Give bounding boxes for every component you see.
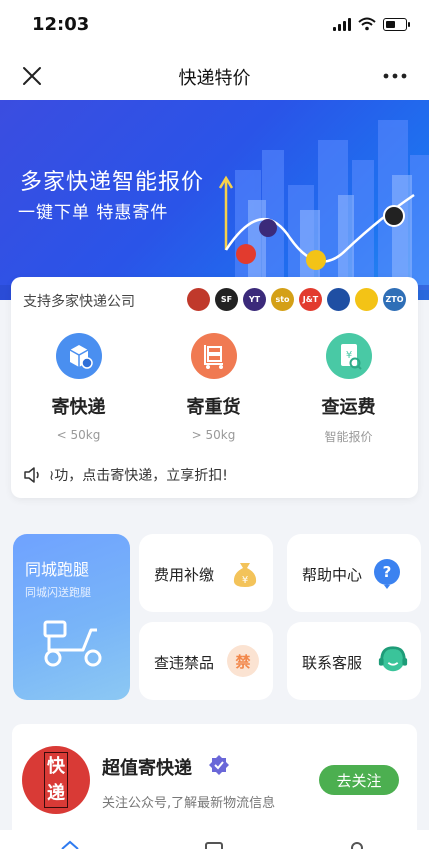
home-tab-icon[interactable] bbox=[61, 840, 79, 849]
signal-icon bbox=[333, 17, 351, 31]
banner-headline: 多家快递智能报价 bbox=[20, 170, 205, 195]
help-center-tile[interactable]: 帮助中心 ? bbox=[287, 534, 421, 612]
speaker-icon bbox=[24, 467, 39, 483]
errand-title: 同城跑腿 bbox=[25, 560, 90, 579]
orders-tab-icon[interactable] bbox=[205, 842, 223, 849]
service-title: 查运费 bbox=[321, 397, 376, 418]
service-subtitle: < 50kg bbox=[56, 428, 101, 442]
city-errand-tile[interactable]: 同城跑腿 同城闪送跑腿 bbox=[13, 534, 130, 700]
carrier-logo-text: ZTO bbox=[385, 295, 404, 304]
shipping-card: 支持多家快递公司 SF YT sto J&T ZTO 寄快递 < 50kg 寄重… bbox=[11, 277, 418, 498]
tile-label: 费用补缴 bbox=[154, 566, 215, 584]
service-title: 寄重货 bbox=[186, 397, 241, 418]
sf-logo: SF bbox=[215, 288, 238, 311]
price-search-icon: ¥ bbox=[325, 333, 372, 379]
status-time: 12:03 bbox=[32, 14, 90, 35]
service-subtitle: 智能报价 bbox=[324, 430, 373, 444]
battery-icon bbox=[383, 17, 410, 31]
account-avatar: 快递 bbox=[22, 746, 90, 814]
carrier-logo-text: sto bbox=[275, 295, 290, 304]
page-title: 快递特价 bbox=[178, 68, 251, 89]
customer-service-icon bbox=[378, 646, 408, 672]
tile-label: 查违禁品 bbox=[154, 654, 215, 672]
send-heavy-cargo-button[interactable]: 寄重货 > 50kg bbox=[146, 333, 281, 445]
nav-bar: 快递特价 bbox=[0, 50, 429, 100]
notice-text: ≀功，点击寄快递，立享折扣! bbox=[49, 468, 228, 484]
scooter-icon bbox=[43, 620, 102, 667]
tile-label: 联系客服 bbox=[302, 654, 363, 672]
carrier-logos: SF YT sto J&T ZTO bbox=[187, 288, 406, 311]
status-bar: 12:03 bbox=[0, 0, 429, 50]
follow-button[interactable]: 去关注 bbox=[319, 765, 399, 795]
status-icons bbox=[333, 17, 410, 31]
sf-marker-icon bbox=[383, 205, 405, 227]
yunda-marker-icon bbox=[306, 250, 326, 270]
fee-payment-tile[interactable]: 费用补缴 ¥ bbox=[139, 534, 273, 612]
money-bag-icon: ¥ bbox=[233, 563, 257, 587]
tile-label: 帮助中心 bbox=[302, 566, 363, 584]
tab-bar bbox=[0, 830, 429, 849]
avatar-text: 快递 bbox=[44, 752, 68, 808]
jt-marker-icon bbox=[236, 244, 256, 264]
errand-subtitle: 同城闪送跑腿 bbox=[25, 586, 91, 599]
prohibited-glyph: 禁 bbox=[235, 652, 251, 671]
carriers-label: 支持多家快递公司 bbox=[23, 294, 135, 310]
zto-logo: ZTO bbox=[383, 288, 406, 311]
account-description: 关注公众号,了解最新物流信息 bbox=[102, 796, 276, 811]
account-name: 超值寄快递 bbox=[102, 758, 192, 779]
profile-tab-icon[interactable] bbox=[349, 841, 365, 849]
yto-logo: YT bbox=[243, 288, 266, 311]
svg-text:¥: ¥ bbox=[242, 575, 248, 586]
carrier-logo-text: YT bbox=[248, 295, 261, 304]
service-list: 寄快递 < 50kg 寄重货 > 50kg ¥ 查运费 智能报价 bbox=[11, 333, 418, 445]
service-subtitle: > 50kg bbox=[191, 428, 236, 442]
check-shipping-fee-button[interactable]: ¥ 查运费 智能报价 bbox=[281, 333, 416, 445]
more-icon[interactable] bbox=[381, 62, 409, 90]
customer-service-tile[interactable]: 联系客服 bbox=[287, 622, 421, 700]
sto-logo: sto bbox=[271, 288, 294, 311]
carrier-logo-text: SF bbox=[220, 295, 233, 304]
carrier-6-logo bbox=[327, 288, 350, 311]
service-title: 寄快递 bbox=[51, 397, 106, 418]
notice-marquee[interactable]: ≀功，点击寄快递，立享折扣! bbox=[23, 465, 228, 485]
promo-banner[interactable]: 多家快递智能报价 一键下单 特惠寄件 bbox=[0, 100, 429, 300]
banner-tagline: 一键下单 特惠寄件 bbox=[18, 203, 169, 223]
help-icon: ? bbox=[374, 559, 400, 589]
yunda-logo bbox=[355, 288, 378, 311]
carrier-1-logo bbox=[187, 288, 210, 311]
send-express-button[interactable]: 寄快递 < 50kg bbox=[11, 333, 146, 445]
carrier-logo-text: J&T bbox=[302, 295, 319, 304]
prohibited-icon: 禁 bbox=[227, 645, 259, 677]
package-icon bbox=[55, 333, 102, 379]
wifi-icon bbox=[358, 17, 376, 31]
svg-text:?: ? bbox=[383, 563, 392, 581]
prohibited-items-tile[interactable]: 查违禁品 禁 bbox=[139, 622, 273, 700]
cart-icon bbox=[190, 333, 237, 379]
jt-logo: J&T bbox=[299, 288, 322, 311]
verified-icon bbox=[209, 755, 229, 775]
yto-marker-icon bbox=[259, 219, 277, 237]
follow-account-card: 快递 超值寄快递 关注公众号,了解最新物流信息 去关注 bbox=[12, 724, 417, 844]
